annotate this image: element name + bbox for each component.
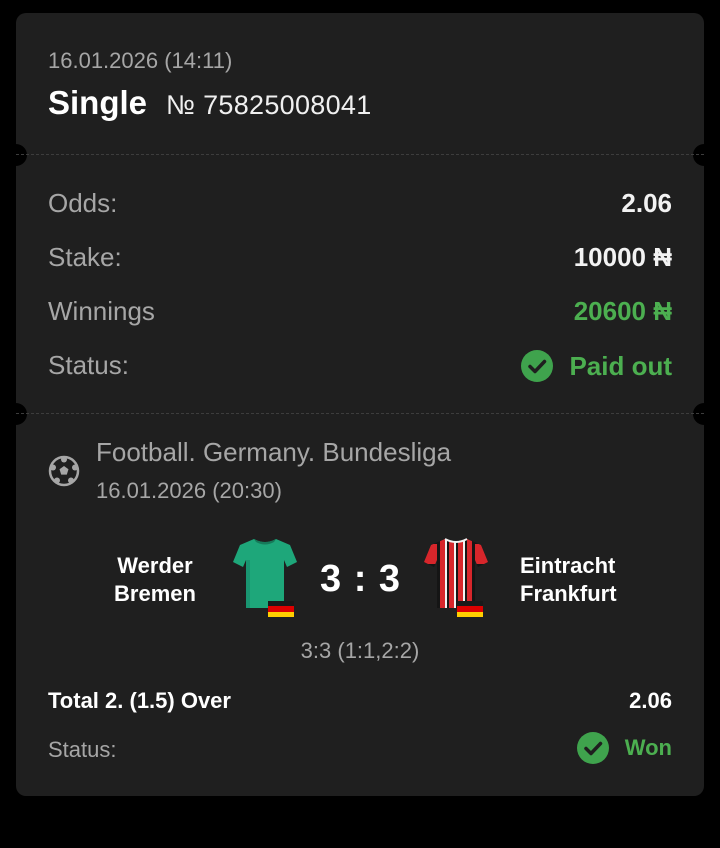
winnings-value: 20600 ₦ <box>573 296 672 326</box>
league-name[interactable]: Football. Germany. Bundesliga <box>96 437 451 468</box>
ticket-notch <box>5 403 27 425</box>
germany-flag-icon <box>457 601 483 617</box>
away-team-name: Eintracht Frankfurt <box>520 553 617 606</box>
market-odds: 2.06 <box>629 688 672 713</box>
event-status-value: Won <box>624 735 672 760</box>
dashed-divider <box>16 413 704 414</box>
event-status-badge: Won <box>576 732 672 764</box>
stake-value: 10000 ₦ <box>573 242 672 272</box>
ticket-notch <box>693 144 715 166</box>
dashed-divider <box>16 154 704 155</box>
football-icon <box>48 455 80 487</box>
bet-number[interactable]: № 75825008041 <box>166 90 372 121</box>
status-badge: Paid out <box>521 350 672 382</box>
check-circle-icon <box>521 350 554 382</box>
status-label: Status: <box>48 350 129 380</box>
stake-label: Stake: <box>48 242 122 272</box>
event-start-date: 16.01.2026 (20:30) <box>96 478 282 503</box>
event-status-label: Status: <box>48 737 117 762</box>
home-team-jersey-icon <box>233 539 297 608</box>
bet-type-title: Single <box>48 84 148 121</box>
odds-value: 2.06 <box>621 188 672 218</box>
bet-placed-date: 16.01.2026 (14:11) <box>48 48 233 73</box>
score-detail: 3:3 (1:1,2:2) <box>300 638 420 663</box>
ticket-notch <box>5 144 27 166</box>
check-circle-icon <box>576 732 609 764</box>
winnings-label: Winnings <box>48 296 155 326</box>
market-name: Total 2. (1.5) Over <box>48 688 231 713</box>
status-value: Paid out <box>569 350 672 381</box>
odds-label: Odds: <box>48 188 118 218</box>
bet-card <box>16 13 704 796</box>
home-team-name: Werder Bremen <box>114 553 196 606</box>
match-score: 3 : 3 <box>320 558 402 600</box>
away-team-jersey-icon <box>424 538 488 608</box>
germany-flag-icon <box>268 601 294 617</box>
ticket-notch <box>693 403 715 425</box>
